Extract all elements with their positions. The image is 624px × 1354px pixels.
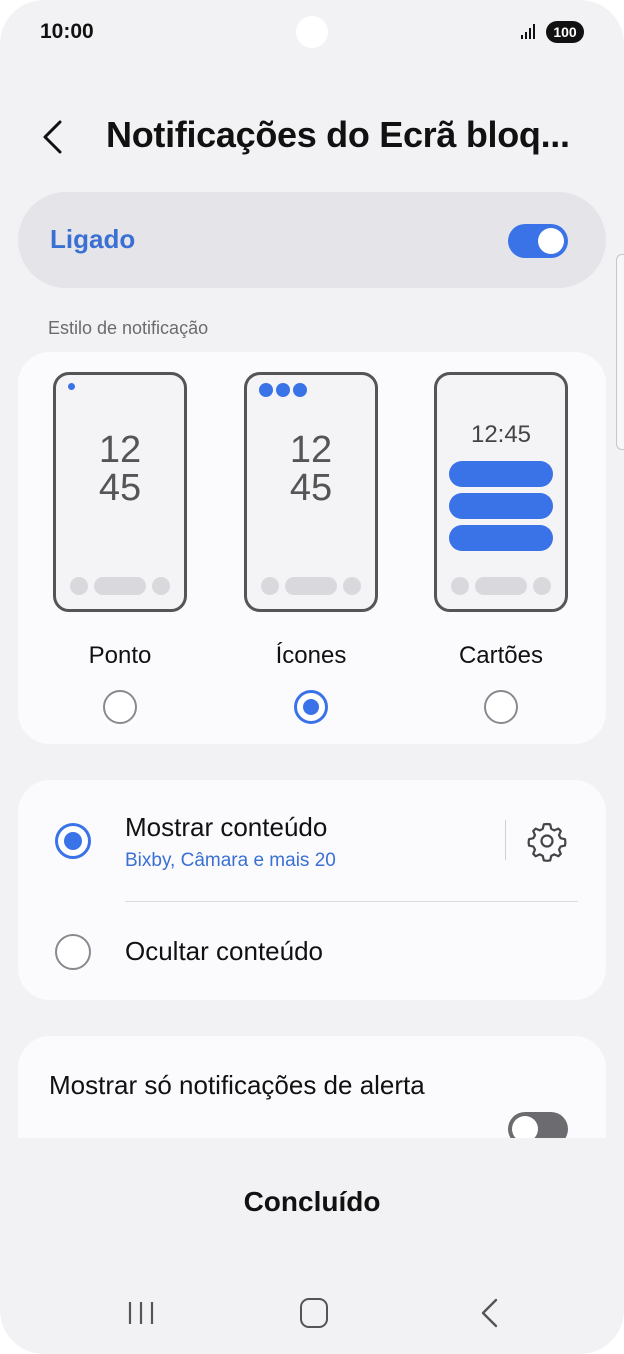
show-content-subtitle: Bixby, Câmara e mais 20 bbox=[125, 850, 336, 871]
notification-card-bar bbox=[449, 525, 553, 551]
content-visibility-card: Mostrar conteúdo Bixby, Câmara e mais 20… bbox=[18, 780, 606, 1000]
done-button[interactable]: Concluído bbox=[0, 1186, 624, 1218]
divider bbox=[125, 901, 578, 902]
signal-icon bbox=[521, 24, 535, 39]
alert-only-row[interactable]: Mostrar só notificações de alerta bbox=[18, 1036, 606, 1138]
phone-screen: 10:00 100 Notificações do Ecrã bloq... L… bbox=[0, 0, 624, 1354]
style-radio-icons[interactable] bbox=[294, 690, 328, 724]
style-option-icons[interactable]: 12 45 Ícones bbox=[231, 352, 391, 744]
preview-clock: 12 45 bbox=[98, 429, 142, 509]
preview-clock: 12:45 bbox=[470, 421, 532, 448]
notification-icons-icon bbox=[259, 383, 307, 397]
style-radio-dot[interactable] bbox=[103, 690, 137, 724]
preview-dock bbox=[451, 577, 551, 595]
hide-content-title[interactable]: Ocultar conteúdo bbox=[125, 936, 323, 967]
master-toggle[interactable] bbox=[508, 224, 568, 258]
recent-apps-icon[interactable] bbox=[126, 1300, 156, 1326]
nav-back-icon[interactable] bbox=[476, 1298, 502, 1328]
icons-style-preview: 12 45 bbox=[244, 372, 378, 612]
style-option-label: Cartões bbox=[458, 642, 544, 669]
scrollbar[interactable] bbox=[616, 254, 624, 450]
status-time: 10:00 bbox=[40, 20, 94, 43]
show-content-title[interactable]: Mostrar conteúdo bbox=[125, 812, 327, 843]
style-option-label: Ícones bbox=[275, 642, 347, 669]
gear-icon[interactable] bbox=[524, 818, 570, 864]
notification-card-bar bbox=[449, 461, 553, 487]
notification-style-card: 12 45 Ponto 12 45 Ícones 12:45 Cartões bbox=[18, 352, 606, 744]
chevron-left-icon bbox=[43, 120, 62, 154]
preview-clock: 12 45 bbox=[289, 429, 333, 509]
style-option-dot[interactable]: 12 45 Ponto bbox=[40, 352, 200, 744]
toggle-knob bbox=[512, 1116, 538, 1138]
radio-show-content[interactable] bbox=[55, 823, 91, 859]
radio-hide-content[interactable] bbox=[55, 934, 91, 970]
notification-dot-icon bbox=[68, 383, 75, 390]
toggle-knob bbox=[538, 228, 564, 254]
camera-cutout bbox=[296, 16, 328, 48]
style-option-cards[interactable]: 12:45 Cartões bbox=[421, 352, 581, 744]
notification-card-bar bbox=[449, 493, 553, 519]
divider bbox=[505, 820, 506, 860]
alert-only-label: Mostrar só notificações de alerta bbox=[49, 1070, 425, 1100]
cards-style-preview: 12:45 bbox=[434, 372, 568, 612]
home-icon[interactable] bbox=[300, 1298, 328, 1328]
section-label-style: Estilo de notificação bbox=[48, 318, 209, 338]
dot-style-preview: 12 45 bbox=[53, 372, 187, 612]
preview-dock bbox=[70, 577, 170, 595]
style-option-label: Ponto bbox=[88, 642, 152, 669]
page-title: Notificações do Ecrã bloq... bbox=[106, 114, 570, 155]
master-switch-label: Ligado bbox=[50, 224, 136, 254]
battery-icon: 100 bbox=[546, 21, 584, 43]
style-radio-cards[interactable] bbox=[484, 690, 518, 724]
preview-dock bbox=[261, 577, 361, 595]
master-switch-row[interactable]: Ligado bbox=[18, 192, 606, 288]
alert-only-toggle[interactable] bbox=[508, 1112, 568, 1138]
back-button[interactable] bbox=[40, 112, 84, 162]
